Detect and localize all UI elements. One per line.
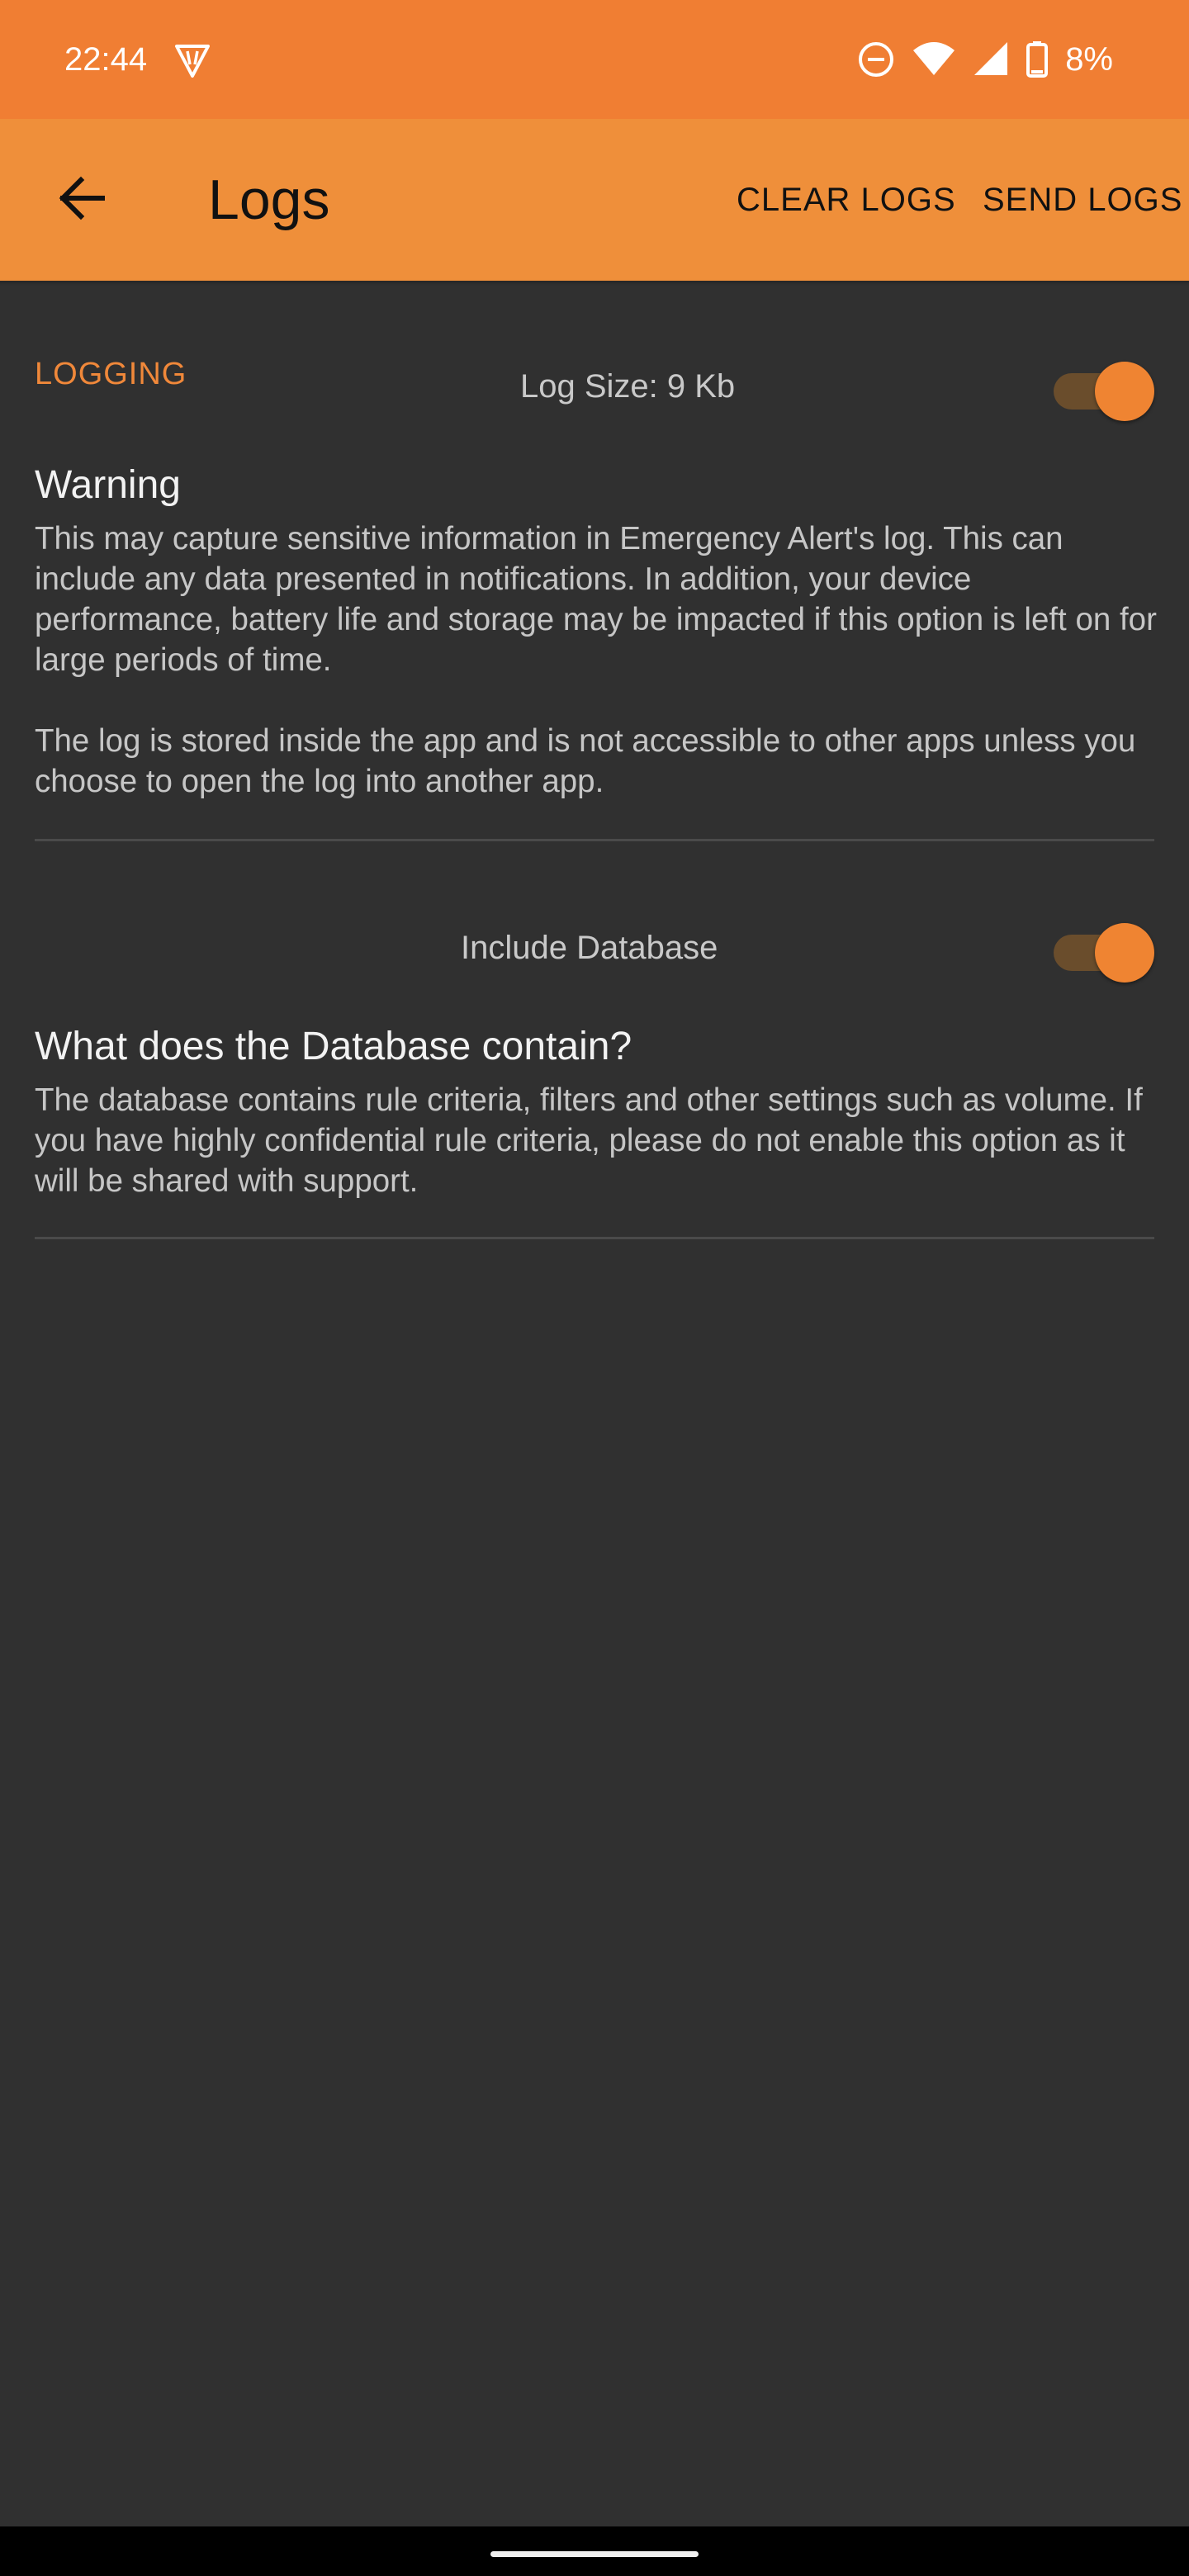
logging-toggle[interactable]: [1045, 348, 1154, 423]
arrow-back-icon: [54, 172, 107, 229]
status-bar: 22:44 8%: [0, 0, 1189, 119]
page-title: Logs: [208, 168, 330, 231]
status-time: 22:44: [64, 41, 148, 78]
status-icons: 8%: [857, 36, 1113, 83]
wifi-icon: [912, 40, 956, 78]
logging-toggle-thumb: [1095, 362, 1154, 421]
vpn-shield-icon: [173, 41, 211, 79]
database-info-description: The database contains rule criteria, fil…: [35, 1082, 1143, 1199]
divider: [35, 839, 1154, 841]
warning-description: This may capture sensitive information i…: [35, 521, 1157, 799]
divider: [35, 1237, 1154, 1239]
include-database-toggle[interactable]: [1045, 910, 1154, 984]
send-logs-button[interactable]: SEND LOGS: [983, 177, 1182, 223]
battery-percent: 8%: [1065, 41, 1113, 78]
warning-title: Warning: [35, 463, 181, 507]
do-not-disturb-icon: [857, 40, 895, 78]
battery-icon: [1026, 40, 1049, 78]
database-info-title: What does the Database contain?: [35, 1025, 632, 1068]
logging-section-header: LOGGING: [35, 357, 187, 391]
app-bar: Logs CLEAR LOGS SEND LOGS: [0, 119, 1189, 281]
cell-signal-icon: [973, 40, 1009, 78]
clear-logs-button[interactable]: CLEAR LOGS: [737, 177, 956, 223]
navigation-bar: [0, 2526, 1189, 2576]
home-gesture-handle[interactable]: [490, 2551, 699, 2557]
log-size-label: Log Size: 9 Kb: [520, 368, 736, 405]
app-bar-shadow: [0, 281, 1189, 286]
include-database-toggle-thumb: [1095, 923, 1154, 983]
include-database-label: Include Database: [461, 930, 718, 966]
back-button[interactable]: [36, 155, 126, 244]
